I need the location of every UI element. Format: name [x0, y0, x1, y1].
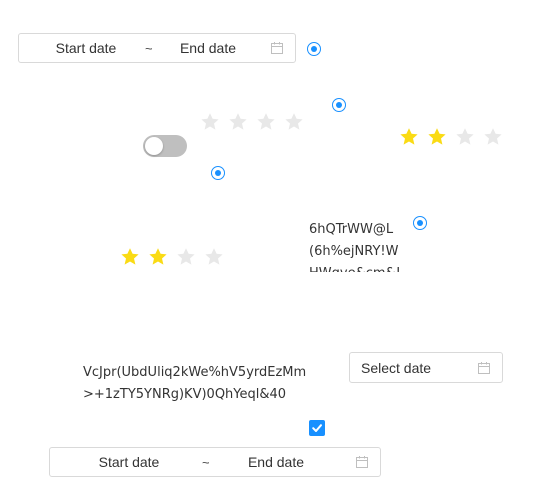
date-range-picker-top[interactable]: Start date ~ End date — [18, 33, 296, 63]
calendar-icon — [356, 456, 368, 468]
star-icon[interactable] — [204, 247, 224, 267]
star-icon[interactable] — [455, 127, 475, 147]
star-icon[interactable] — [200, 112, 220, 132]
start-date-input[interactable]: Start date — [50, 454, 208, 470]
date-range-picker-bottom[interactable]: Start date ~ End date — [49, 447, 381, 477]
calendar-icon — [478, 362, 490, 374]
radio-button-2[interactable] — [332, 98, 346, 112]
date-picker[interactable]: Select date — [349, 352, 503, 383]
star-icon[interactable] — [284, 112, 304, 132]
switch-knob — [145, 137, 163, 155]
end-date-input[interactable]: End date — [208, 454, 344, 470]
end-date-input[interactable]: End date — [153, 40, 263, 56]
start-date-input[interactable]: Start date — [19, 40, 153, 56]
star-rating-right[interactable] — [399, 127, 503, 147]
star-icon[interactable] — [483, 127, 503, 147]
star-icon[interactable] — [256, 112, 276, 132]
radio-button-4[interactable] — [413, 216, 427, 230]
star-rating-left[interactable] — [120, 247, 224, 267]
star-icon[interactable] — [427, 127, 447, 147]
checkbox[interactable] — [309, 420, 325, 436]
star-rating-top[interactable] — [200, 112, 304, 132]
date-picker-placeholder: Select date — [361, 360, 432, 376]
star-icon[interactable] — [148, 247, 168, 267]
star-icon[interactable] — [176, 247, 196, 267]
text-block-left: VcJpr(UbdUliq2kWe%hV5yrdEzMm>+1zTY5YNRg)… — [83, 365, 307, 402]
toggle-switch[interactable] — [143, 135, 187, 157]
star-icon[interactable] — [399, 127, 419, 147]
star-icon[interactable] — [120, 247, 140, 267]
calendar-icon — [271, 42, 283, 54]
star-icon[interactable] — [228, 112, 248, 132]
radio-button-1[interactable] — [307, 42, 321, 56]
text-block-right: 6hQTrWW@L(6h%ejNRY!WHWqve&cm&! — [309, 222, 401, 272]
checkmark-icon — [312, 424, 322, 432]
radio-button-3[interactable] — [211, 166, 225, 180]
